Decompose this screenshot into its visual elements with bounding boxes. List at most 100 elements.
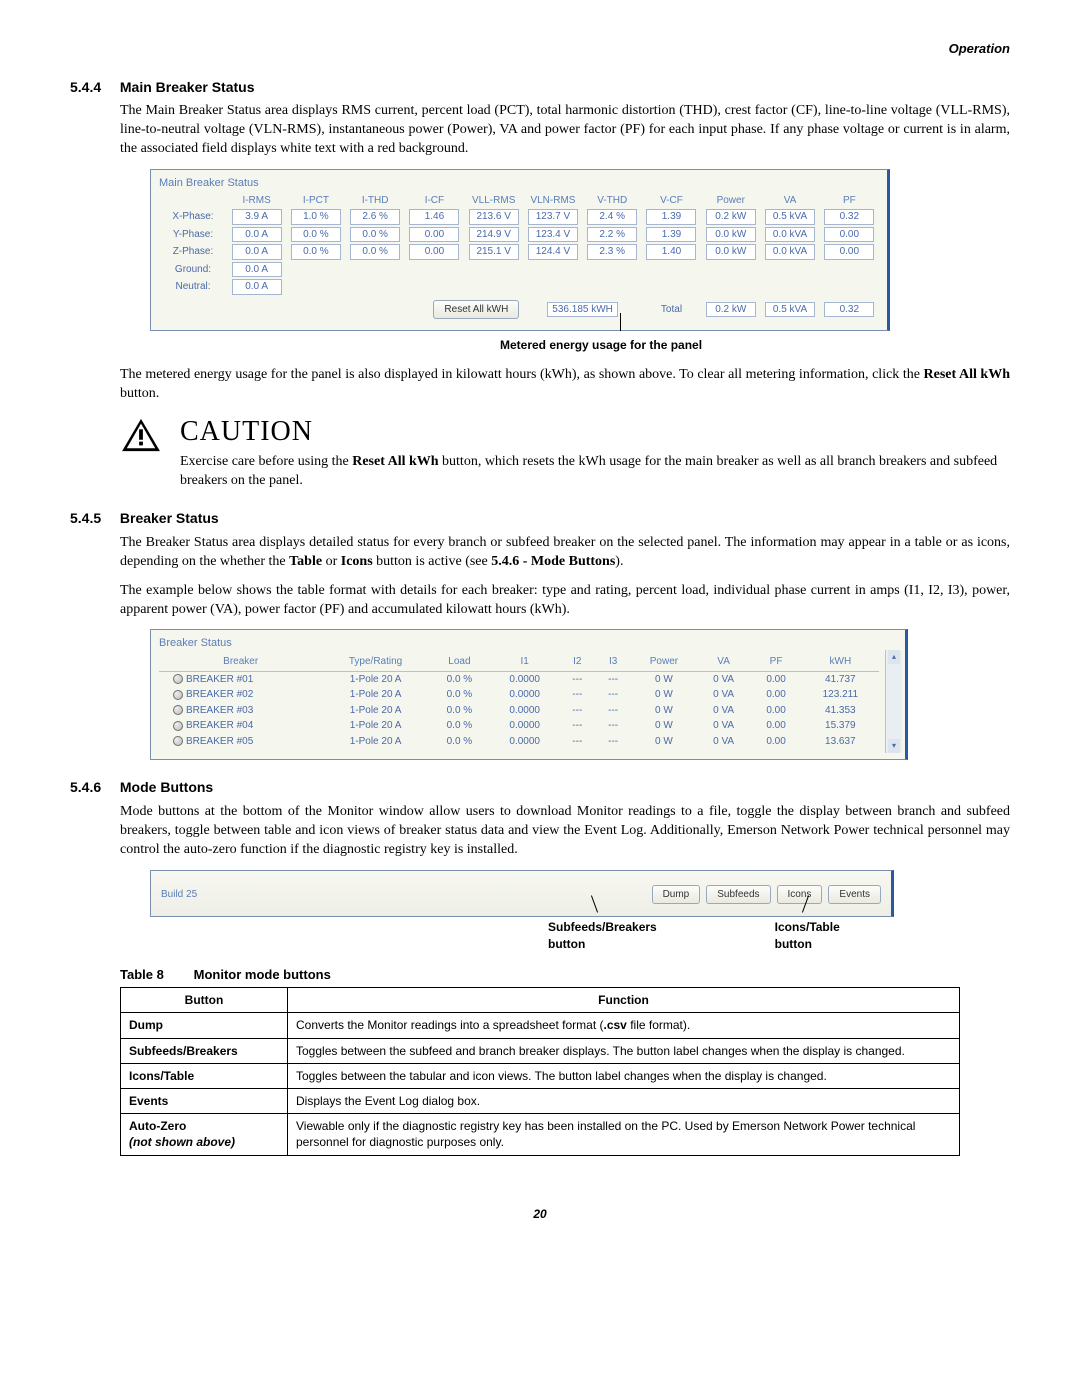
table-row: BREAKER #031-Pole 20 A0.0 %0.0000------0… xyxy=(159,703,879,719)
mbs-value: 0.0 kVA xyxy=(765,244,815,260)
mbs-col xyxy=(159,193,227,209)
mbs-value: 0.0 % xyxy=(291,227,341,243)
callout-icons: Icons/Table button xyxy=(775,919,870,951)
total-value: 0.32 xyxy=(824,302,874,318)
bs-col: Breaker xyxy=(159,653,322,671)
heading-num: 5.4.4 xyxy=(70,78,116,97)
mbs-value: 0.00 xyxy=(824,227,874,243)
table-row: BREAKER #021-Pole 20 A0.0 %0.0000------0… xyxy=(159,687,879,703)
bs-col: kWH xyxy=(802,653,879,671)
mbs-row-label: Y-Phase: xyxy=(159,226,227,244)
reset-all-kwh-button[interactable]: Reset All kWH xyxy=(433,300,519,320)
mbs-col: I-CF xyxy=(405,193,464,209)
mbs-col: VLN-RMS xyxy=(523,193,582,209)
mbs-value: 1.0 % xyxy=(291,209,341,225)
mbs-value: 123.4 V xyxy=(528,227,578,243)
mbs-value: 1.39 xyxy=(646,227,696,243)
mbs-value: 1.46 xyxy=(409,209,459,225)
mbs-col: V-CF xyxy=(642,193,701,209)
mbs-row-label: Ground: xyxy=(159,261,227,279)
heading-title: Breaker Status xyxy=(120,510,219,526)
para-545-1: The Breaker Status area displays detaile… xyxy=(120,534,1010,572)
bs-col: Type/Rating xyxy=(322,653,428,671)
t8-function: Toggles between the subfeed and branch b… xyxy=(288,1038,960,1063)
mbs-value: 0.0 % xyxy=(350,227,400,243)
heading-title: Main Breaker Status xyxy=(120,79,255,95)
heading-544: 5.4.4 Main Breaker Status xyxy=(70,78,1010,97)
mbs-value: 213.6 V xyxy=(469,209,519,225)
mbs-row-label: X-Phase: xyxy=(159,208,227,226)
mbs-value: 0.0 kVA xyxy=(765,227,815,243)
mbs-col: VA xyxy=(760,193,819,209)
total-value: 0.5 kVA xyxy=(765,302,815,318)
mbs-value: 2.3 % xyxy=(587,244,637,260)
events-button[interactable]: Events xyxy=(828,885,881,905)
breaker-status-panel: Breaker Status BreakerType/RatingLoadI1I… xyxy=(150,629,908,760)
callout-metered-energy: Metered energy usage for the panel xyxy=(500,337,1010,353)
main-breaker-status-panel: Main Breaker Status I-RMSI-PCTI-THDI-CFV… xyxy=(150,169,890,331)
mbs-value: 0.0 A xyxy=(232,262,282,278)
th-function: Function xyxy=(288,988,960,1013)
page-header: Operation xyxy=(70,40,1010,58)
mbs-value: 0.0 kW xyxy=(706,227,756,243)
t8-button-name: Subfeeds/Breakers xyxy=(121,1038,288,1063)
heading-title: Mode Buttons xyxy=(120,779,213,795)
status-dot-icon xyxy=(173,736,183,746)
panel-title: Main Breaker Status xyxy=(159,176,879,191)
subfeeds-button[interactable]: Subfeeds xyxy=(706,885,770,905)
mbs-value: 0.0 % xyxy=(350,244,400,260)
dump-button[interactable]: Dump xyxy=(652,885,701,905)
heading-546: 5.4.6 Mode Buttons xyxy=(70,778,1010,797)
mbs-col: Power xyxy=(701,193,760,209)
mode-callouts: Subfeeds/Breakers button Icons/Table but… xyxy=(150,919,870,951)
bs-col: PF xyxy=(750,653,801,671)
t8-button-name: Icons/Table xyxy=(121,1063,288,1088)
mbs-value: 0.0 A xyxy=(232,227,282,243)
callout-subfeeds: Subfeeds/Breakers button xyxy=(548,919,683,951)
status-dot-icon xyxy=(173,705,183,715)
caution-text: Exercise care before using the Reset All… xyxy=(180,453,1010,491)
scroll-down-icon[interactable]: ▾ xyxy=(888,739,900,753)
para-544-1: The Main Breaker Status area displays RM… xyxy=(120,102,1010,159)
t8-function: Displays the Event Log dialog box. xyxy=(288,1089,960,1114)
icons-button[interactable]: Icons xyxy=(777,885,823,905)
heading-num: 5.4.5 xyxy=(70,509,116,528)
mbs-value: 0.0 kW xyxy=(706,244,756,260)
build-label: Build 25 xyxy=(161,888,197,902)
scroll-up-icon[interactable]: ▴ xyxy=(888,650,900,664)
page-number: 20 xyxy=(70,1206,1010,1222)
mbs-col: VLL-RMS xyxy=(464,193,523,209)
mbs-row-label: Neutral: xyxy=(159,278,227,296)
mbs-value: 0.00 xyxy=(824,244,874,260)
table-row: BREAKER #051-Pole 20 A0.0 %0.0000------0… xyxy=(159,734,879,750)
t8-function: Converts the Monitor readings into a spr… xyxy=(288,1013,960,1038)
t8-function: Viewable only if the diagnostic registry… xyxy=(288,1114,960,1155)
status-dot-icon xyxy=(173,690,183,700)
mbs-col: I-THD xyxy=(346,193,405,209)
bs-col: VA xyxy=(697,653,751,671)
mbs-value: 214.9 V xyxy=(469,227,519,243)
mbs-row-label: Z-Phase: xyxy=(159,243,227,261)
mbs-col: V-THD xyxy=(583,193,642,209)
bs-col: I3 xyxy=(595,653,631,671)
mbs-col: I-RMS xyxy=(227,193,286,209)
t8-button-name: Dump xyxy=(121,1013,288,1038)
total-label: Total xyxy=(642,296,701,321)
para-545-2: The example below shows the table format… xyxy=(120,582,1010,620)
bs-col: Power xyxy=(631,653,697,671)
t8-button-name: Events xyxy=(121,1089,288,1114)
mbs-value: 0.5 kVA xyxy=(765,209,815,225)
bs-table: BreakerType/RatingLoadI1I2I3PowerVAPFkWH… xyxy=(159,653,879,749)
mbs-col: I-PCT xyxy=(286,193,345,209)
table-row: BREAKER #041-Pole 20 A0.0 %0.0000------0… xyxy=(159,718,879,734)
scrollbar[interactable]: ▴ ▾ xyxy=(885,650,902,753)
status-dot-icon xyxy=(173,674,183,684)
heading-num: 5.4.6 xyxy=(70,778,116,797)
para-546-1: Mode buttons at the bottom of the Monito… xyxy=(120,803,1010,860)
bs-col: I1 xyxy=(490,653,559,671)
th-button: Button xyxy=(121,988,288,1013)
mbs-value: 0.2 kW xyxy=(706,209,756,225)
caution-title: CAUTION xyxy=(180,413,1010,451)
table8-caption: Table 8 Monitor mode buttons xyxy=(120,966,1010,984)
mbs-value: 0.0 % xyxy=(291,244,341,260)
